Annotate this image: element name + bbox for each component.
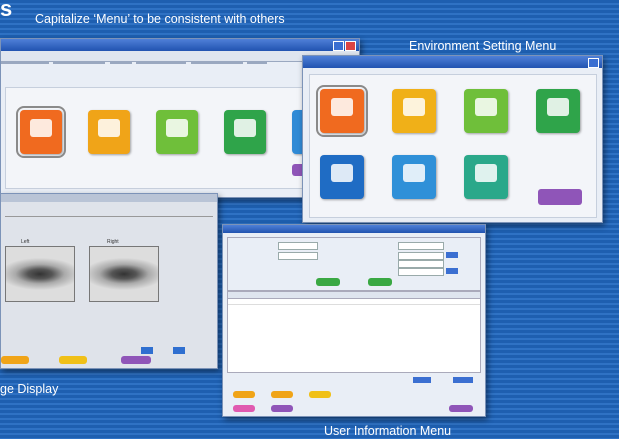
right-eye-label: Right [107,239,119,245]
caption-capitalize-note: Capitalize ‘Menu’ to be consistent with … [35,12,285,26]
user-field-3[interactable] [398,242,444,250]
menu-item-3[interactable] [109,62,132,64]
caption-image-display: ge Display [0,382,59,396]
main-window-titlebar [1,39,359,51]
env-tile-6[interactable] [392,155,436,199]
user-clear-button[interactable] [368,278,392,286]
user-action-button-2[interactable] [271,391,293,398]
message-icon [403,98,425,116]
user-list-prev-button[interactable] [413,377,431,383]
user-search-button[interactable] [316,278,340,286]
user-list-header [228,292,480,299]
menu-item-4[interactable] [136,62,187,64]
image-display-window: Left Right [0,193,218,369]
menu-item-6[interactable] [247,62,268,64]
user-field-4[interactable] [398,252,444,260]
close-button[interactable] [345,41,356,51]
user-list-row[interactable] [228,299,480,305]
user-icon [30,119,52,137]
workstation-icon [475,164,497,182]
printer-icon [547,98,569,116]
image-action-button-1[interactable] [1,356,29,364]
env-tile-2[interactable] [392,89,436,133]
main-tile-1[interactable] [16,106,66,158]
env-close-button[interactable] [588,58,599,68]
menu-item-5[interactable] [190,62,243,64]
user-information-window [222,224,486,417]
image-nav-prev-button[interactable] [141,347,153,354]
user-action-button-1[interactable] [233,391,255,398]
env-back-button[interactable] [538,189,582,205]
menu-item-1[interactable] [1,62,49,64]
right-eye-image [89,246,159,302]
user-field-2[interactable] [278,252,318,260]
user-window-titlebar [223,225,485,233]
user-search-group [227,237,481,291]
image-info-row [5,206,213,217]
monitor-icon [98,119,120,137]
users-icon [331,98,353,116]
env-tile-3[interactable] [464,89,508,133]
caption-user-information-menu: User Information Menu [324,424,452,438]
camera-icon [475,98,497,116]
environment-setting-window [302,55,603,223]
menu-item-2[interactable] [53,62,106,64]
device-icon [403,164,425,182]
user-picker-button-1[interactable] [446,252,458,258]
user-action-button-3[interactable] [309,391,331,398]
env-tile-4[interactable] [536,89,580,133]
caption-fragment: s [0,0,13,21]
user-field-6[interactable] [398,268,444,276]
user-action-button-5[interactable] [271,405,293,412]
env-tile-7[interactable] [464,155,508,199]
computer-icon [234,119,256,137]
user-list-next-button[interactable] [453,377,473,383]
image-nav-next-button[interactable] [173,347,185,354]
image-window-header [1,194,217,202]
env-tile-1[interactable] [316,85,368,137]
minimize-button[interactable] [333,41,344,51]
main-tile-3[interactable] [156,110,198,154]
user-list-table [227,291,481,373]
user-picker-button-2[interactable] [446,268,458,274]
env-tile-5[interactable] [320,155,364,199]
env-window-titlebar [303,56,602,68]
image-action-button-3[interactable] [121,356,151,364]
user-field-5[interactable] [398,260,444,268]
left-eye-image [5,246,75,302]
left-eye-label: Left [21,239,30,245]
user-field-1[interactable] [278,242,318,250]
caption-environment-setting-menu: Environment Setting Menu [409,39,557,53]
main-tile-2[interactable] [88,110,130,154]
document-icon [166,119,188,137]
env-tiles-area [309,74,597,218]
main-tile-4[interactable] [224,110,266,154]
operator-icon [331,164,353,182]
image-action-button-2[interactable] [59,356,87,364]
user-close-button[interactable] [449,405,473,412]
user-action-button-4[interactable] [233,405,255,412]
